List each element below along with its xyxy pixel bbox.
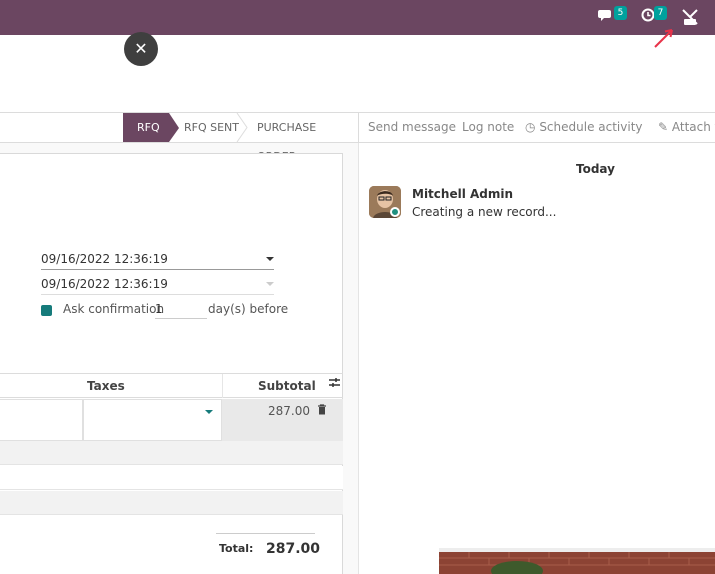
chatter-divider xyxy=(358,143,359,574)
stage-rfq-sent[interactable]: RFQ SENT xyxy=(170,113,239,142)
table-row xyxy=(0,466,343,490)
log-note-button[interactable]: Log note xyxy=(462,120,514,134)
paperclip-icon: ✎ xyxy=(658,120,669,134)
clock-icon[interactable] xyxy=(641,8,655,26)
order-deadline-value: 09/16/2022 12:36:19 xyxy=(41,252,168,266)
total-label: Total: xyxy=(219,542,254,555)
trash-icon[interactable] xyxy=(317,404,327,418)
message-author[interactable]: Mitchell Admin xyxy=(412,187,513,201)
taxes-cell[interactable] xyxy=(83,399,222,441)
close-button[interactable]: ✕ xyxy=(124,32,158,66)
stage-purchase-order[interactable]: PURCHASE ORDER xyxy=(243,113,358,163)
attach-file-label: Attach fi xyxy=(671,120,715,134)
status-bar: RFQ RFQ SENT PURCHASE ORDER xyxy=(0,112,358,163)
debug-icon[interactable] xyxy=(681,9,699,30)
chevron-down-icon[interactable] xyxy=(205,410,213,414)
send-message-button[interactable]: Send message xyxy=(368,120,456,134)
receipt-date-value: 09/16/2022 12:36:19 xyxy=(41,277,168,291)
ask-confirmation-row: Ask confirmation 1 day(s) before xyxy=(41,302,288,320)
date-separator: Today xyxy=(576,162,615,176)
days-before-label: day(s) before xyxy=(208,302,289,316)
order-deadline-field[interactable]: 09/16/2022 12:36:19 xyxy=(41,252,274,270)
ask-confirmation-label: Ask confirmation xyxy=(63,302,165,316)
totals-divider xyxy=(216,533,315,534)
order-lines-header: Taxes Subtotal xyxy=(0,373,343,398)
subtotal-cell: 287.00 xyxy=(222,399,343,441)
clock-icon: ◷ xyxy=(525,120,536,134)
chevron-down-icon[interactable] xyxy=(266,282,274,286)
activity-badge: 7 xyxy=(654,6,667,20)
table-row[interactable]: 287.00 xyxy=(0,399,343,441)
schedule-activity-label: Schedule activity xyxy=(539,120,643,134)
taxes-column-header[interactable]: Taxes xyxy=(87,379,125,393)
online-status-indicator xyxy=(390,207,400,217)
ask-days-input[interactable]: 1 xyxy=(155,302,207,319)
chat-badge: 5 xyxy=(614,6,627,20)
attach-file-button[interactable]: ✎ Attach fi xyxy=(658,120,715,134)
ask-confirmation-checkbox[interactable] xyxy=(41,305,52,316)
top-navbar: 5 7 xyxy=(0,0,715,35)
webcam-overlay-image xyxy=(439,548,715,574)
chat-icon[interactable] xyxy=(598,8,614,26)
optional-columns-icon[interactable] xyxy=(328,377,341,392)
message-body: Creating a new record... xyxy=(412,205,557,219)
product-cell[interactable] xyxy=(0,399,83,441)
chatter-topbar: Send message Log note ◷ Schedule activit… xyxy=(358,112,715,143)
total-value: 287.00 xyxy=(266,541,321,557)
pointer-arrow-icon xyxy=(654,29,673,48)
row-subtotal: 287.00 xyxy=(268,404,310,418)
column-divider xyxy=(222,374,223,398)
receipt-date-field[interactable]: 09/16/2022 12:36:19 xyxy=(41,277,274,295)
chevron-down-icon[interactable] xyxy=(266,257,274,261)
table-row xyxy=(0,491,343,515)
table-row xyxy=(0,441,343,465)
stage-rfq[interactable]: RFQ xyxy=(123,113,179,142)
subtotal-column-header[interactable]: Subtotal xyxy=(258,379,316,393)
schedule-activity-button[interactable]: ◷ Schedule activity xyxy=(525,120,643,134)
